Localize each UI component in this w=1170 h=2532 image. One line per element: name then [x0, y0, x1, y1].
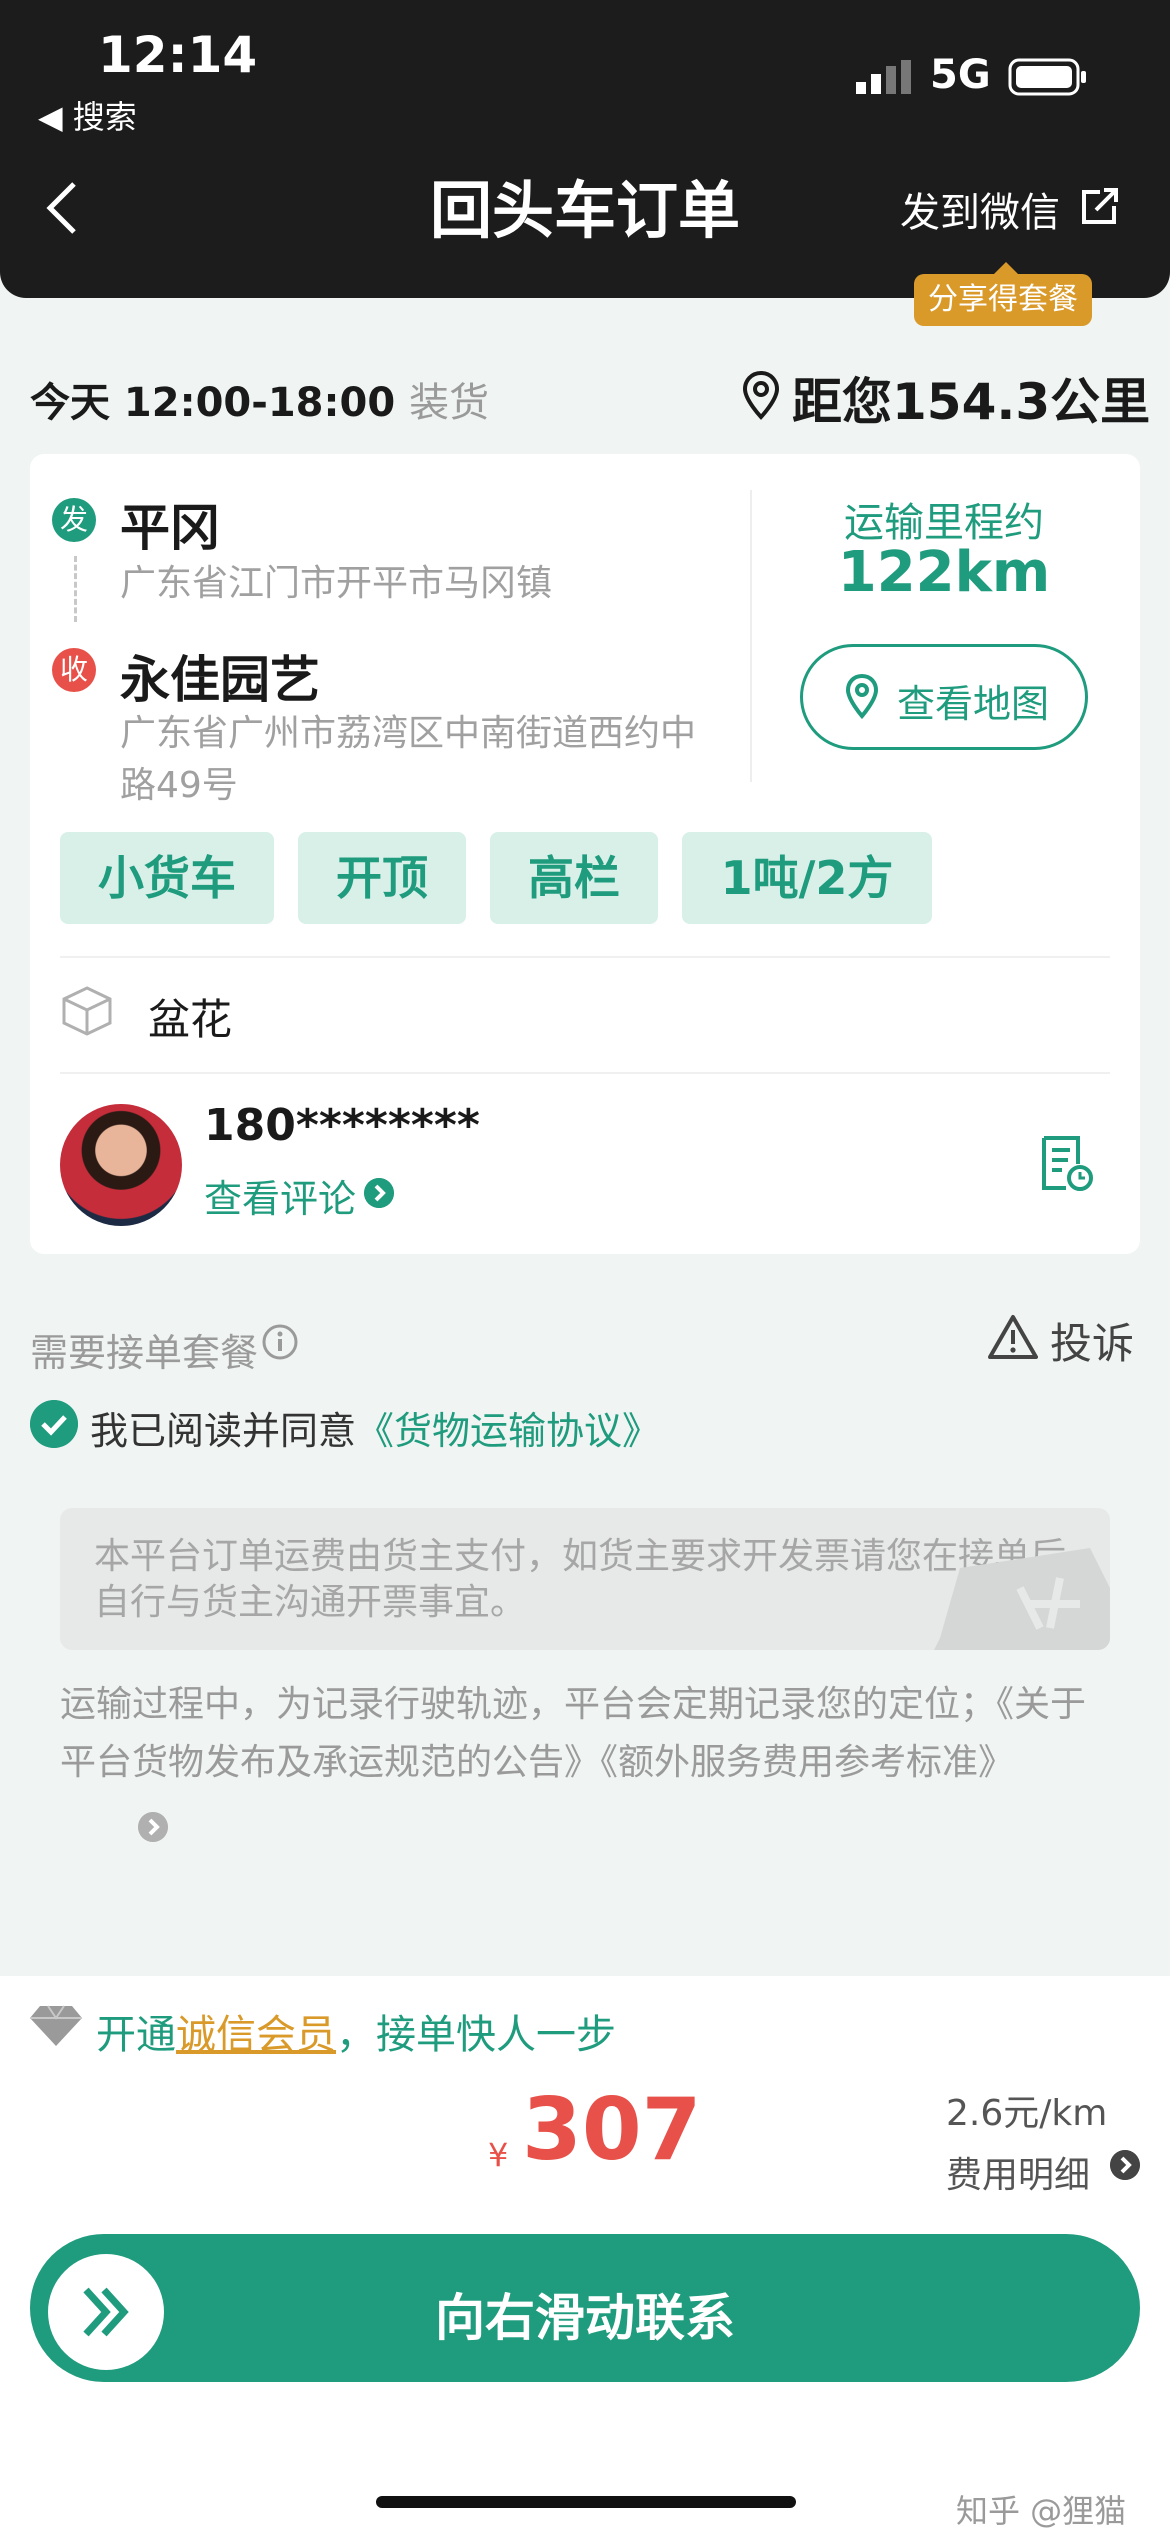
agreement-link[interactable]: 《货物运输协议》	[356, 1409, 660, 1453]
tag-capacity: 1吨/2方	[682, 832, 932, 924]
to-address: 广东省广州市荔湾区中南街道西约中路49号	[120, 713, 697, 806]
watermark: 知乎 @狸猫	[956, 2492, 1127, 2530]
to-name: 永佳园艺	[120, 651, 320, 709]
share-icon[interactable]	[1078, 186, 1120, 228]
tag-vehicle: 小货车	[60, 832, 274, 924]
distance-label: 距您154.3公里	[792, 373, 1151, 431]
from-name: 平冈	[120, 499, 220, 557]
driver-avatar	[60, 1104, 182, 1226]
divider	[60, 956, 1110, 958]
share-wechat-button[interactable]: 发到微信	[900, 180, 1060, 238]
view-map-label: 查看地图	[897, 682, 1050, 726]
document-clock-icon[interactable]	[1038, 1134, 1094, 1194]
network-label: 5G	[930, 52, 991, 98]
to-tag: 收	[52, 648, 96, 692]
from-tag: 发	[52, 498, 96, 542]
membership-promo: 开通诚信会员，接单快人一步	[96, 2012, 616, 2058]
map-pin-icon	[845, 673, 879, 719]
status-back-app[interactable]: ◀ 搜索	[38, 92, 137, 138]
mileage-value: 122km	[837, 540, 1051, 605]
goods-name: 盆花	[148, 995, 233, 1044]
card-divider	[750, 490, 752, 782]
load-time: 今天 12:00-18:00 装货	[30, 380, 490, 426]
signal-icon	[856, 60, 911, 94]
package-icon	[62, 986, 112, 1036]
fee-detail-link[interactable]: 费用明细	[946, 2146, 1090, 2198]
status-time: 12:14	[98, 26, 258, 84]
route-connector	[74, 556, 77, 622]
invoice-watermark-icon	[934, 1548, 1110, 1650]
location-disclaimer[interactable]: 运输过程中，为记录行驶轨迹，平台会定期记录您的定位；《关于平台货物发布及承运规范…	[60, 1676, 1120, 1792]
share-badge[interactable]: 分享得套餐	[914, 262, 1092, 326]
diamond-icon	[30, 2005, 82, 2046]
from-address: 广东省江门市开平市马冈镇	[120, 563, 553, 604]
price-value: 307	[522, 2080, 702, 2180]
view-map-button[interactable]: 查看地图	[800, 644, 1088, 750]
divider	[60, 1072, 1110, 1074]
warning-icon[interactable]	[988, 1314, 1038, 1360]
chevron-right-icon[interactable]	[364, 1178, 394, 1208]
complain-button[interactable]: 投诉	[1050, 1310, 1134, 1371]
agree-checkbox-icon[interactable]	[30, 1400, 78, 1448]
chevron-right-icon[interactable]	[138, 1812, 168, 1842]
rate-per-km: 2.6元/km	[946, 2093, 1108, 2134]
home-indicator[interactable]	[376, 2496, 796, 2508]
tag-open-top: 开顶	[298, 832, 466, 924]
invoice-notice: 本平台订单运费由货主支付，如货主要求开发票请您在接单后自行与货主沟通开票事宜。	[60, 1508, 1110, 1650]
membership-link[interactable]: 诚信会员	[176, 2012, 336, 2058]
location-pin-icon	[742, 370, 780, 420]
view-reviews-link[interactable]: 查看评论	[204, 1168, 356, 1223]
agreement-text: 我已阅读并同意《货物运输协议》	[90, 1409, 661, 1453]
currency-symbol: ¥	[488, 2136, 509, 2174]
battery-icon	[1008, 58, 1086, 96]
slide-label: 向右滑动联系	[435, 2289, 735, 2347]
tag-high-rail: 高栏	[490, 832, 658, 924]
chevron-right-icon[interactable]	[1110, 2150, 1140, 2180]
info-icon[interactable]	[262, 1324, 298, 1360]
need-package-label: 需要接单套餐	[30, 1331, 259, 1375]
driver-phone: 180********	[204, 1100, 480, 1151]
